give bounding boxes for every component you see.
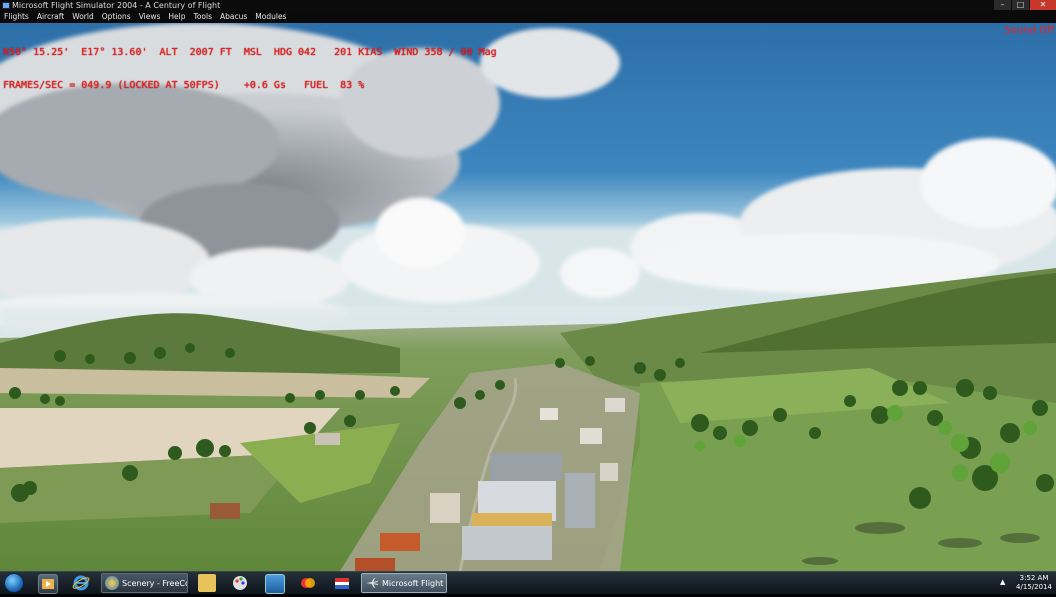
menu-views[interactable]: Views bbox=[135, 11, 165, 23]
window-title: Microsoft Flight Simulator 2004 - A Cent… bbox=[12, 1, 221, 10]
app-icon bbox=[2, 2, 10, 9]
flight-info-hud: N50° 15.25' E17° 13.60' ALT 2007 FT MSL … bbox=[3, 25, 497, 102]
internet-explorer-icon[interactable] bbox=[72, 574, 90, 592]
window-title-bar[interactable]: Microsoft Flight Simulator 2004 - A Cent… bbox=[0, 0, 1056, 11]
maximize-button[interactable]: □ bbox=[1012, 0, 1029, 10]
clock-time: 3:52 AM bbox=[1019, 574, 1049, 582]
menu-bar: Flights Aircraft World Options Views Hel… bbox=[0, 11, 1056, 23]
close-button[interactable]: ✕ bbox=[1030, 0, 1056, 10]
clock-date: 4/15/2014 bbox=[1016, 583, 1052, 591]
paint-icon[interactable] bbox=[231, 574, 249, 592]
menu-aircraft[interactable]: Aircraft bbox=[33, 11, 68, 23]
media-player-icon[interactable] bbox=[38, 574, 58, 594]
minimize-button[interactable]: – bbox=[994, 0, 1011, 10]
simulator-viewport[interactable] bbox=[0, 23, 1056, 571]
task-flight-simulator-label: Microsoft Flight S... bbox=[382, 579, 446, 588]
globe-icon bbox=[105, 576, 119, 590]
game-icon[interactable] bbox=[299, 574, 317, 592]
menu-world[interactable]: World bbox=[68, 11, 98, 23]
sound-status: Sound Off bbox=[1004, 25, 1054, 36]
scenery-view bbox=[0, 23, 1056, 571]
menu-modules[interactable]: Modules bbox=[251, 11, 290, 23]
airplane-icon bbox=[365, 576, 379, 590]
tray-expand-icon[interactable]: ▲ bbox=[1000, 578, 1005, 586]
menu-abacus[interactable]: Abacus bbox=[216, 11, 251, 23]
menu-tools[interactable]: Tools bbox=[190, 11, 216, 23]
taskbar: Scenery - FreeCo... Microsoft Flight S..… bbox=[0, 571, 1056, 594]
windows-start-icon[interactable] bbox=[4, 573, 24, 593]
folder-icon[interactable] bbox=[198, 574, 216, 592]
hud-line-performance: FRAMES/SEC = 049.9 (LOCKED AT 50FPS) +0.… bbox=[3, 80, 365, 91]
monitor-icon[interactable] bbox=[265, 574, 285, 594]
window-controls: – □ ✕ bbox=[993, 0, 1056, 11]
menu-flights[interactable]: Flights bbox=[0, 11, 33, 23]
task-flight-simulator[interactable]: Microsoft Flight S... bbox=[361, 573, 447, 593]
menu-help[interactable]: Help bbox=[164, 11, 189, 23]
task-scenery[interactable]: Scenery - FreeCo... bbox=[101, 573, 188, 593]
menu-options[interactable]: Options bbox=[98, 11, 135, 23]
system-clock[interactable]: 3:52 AM 4/15/2014 bbox=[1012, 574, 1056, 592]
task-scenery-label: Scenery - FreeCo... bbox=[122, 579, 187, 588]
hud-line-position: N50° 15.25' E17° 13.60' ALT 2007 FT MSL … bbox=[3, 47, 497, 58]
flag-icon[interactable] bbox=[333, 574, 351, 592]
